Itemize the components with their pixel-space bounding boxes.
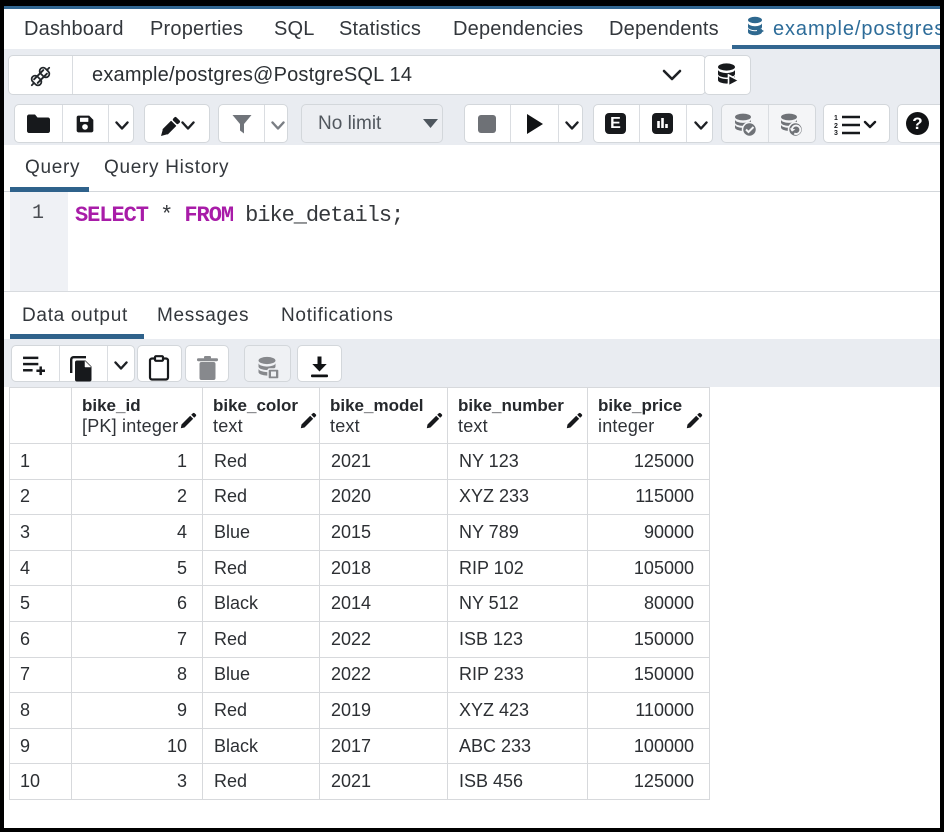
svg-text:2: 2 (834, 123, 838, 130)
svg-text:1: 1 (834, 115, 838, 122)
svg-text:3: 3 (834, 130, 838, 136)
